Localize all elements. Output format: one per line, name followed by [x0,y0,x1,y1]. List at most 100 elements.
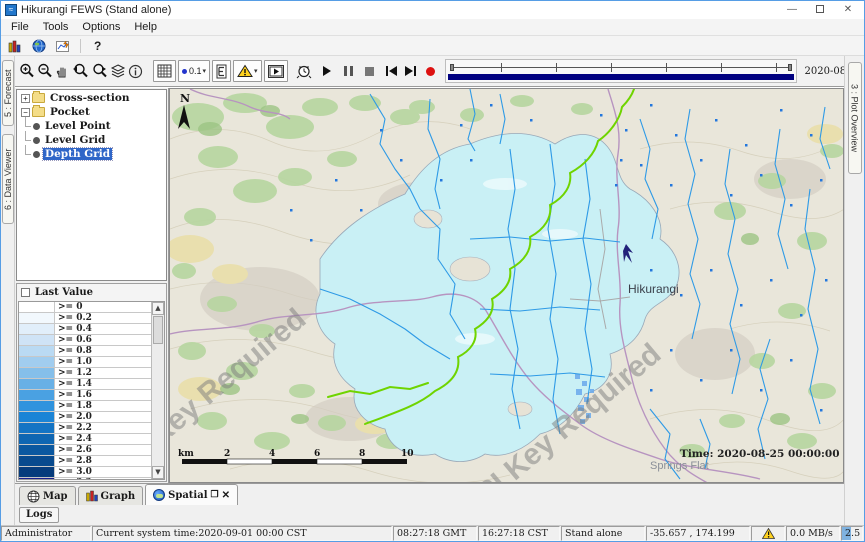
scroll-down-icon[interactable]: ▼ [152,466,164,479]
node-bullet-icon [33,151,40,158]
legend-swatch [19,401,55,411]
map-view[interactable]: API Key Required API Key Required Hikura… [169,88,844,483]
tab-map[interactable]: Map [19,486,76,505]
legend-swatch [19,478,55,479]
menu-file[interactable]: File [5,20,35,34]
minimize-button[interactable]: — [778,2,806,18]
layers-icon[interactable] [110,61,126,81]
legend-swatch [19,434,55,444]
warning-dropdown[interactable]: ▾ [233,60,262,82]
tree-item-depth-grid[interactable]: Depth Grid [17,148,166,160]
status-local-time: 16:27:18 CST [478,526,560,541]
legend-entry: >= 0.8 [19,346,151,357]
time-slider-track [452,67,790,68]
tree-item-level-grid[interactable]: Level Grid [17,134,166,146]
legend-entry: >= 1.0 [19,357,151,368]
map-display-icon[interactable] [29,37,49,54]
legend-swatch [19,467,55,477]
step-back-button[interactable] [386,62,397,80]
timeseries-display-icon[interactable] [53,37,73,54]
tab-close-icon[interactable]: ✕ [222,490,230,501]
left-tab-strip: 5 : Forecast 6 : Data Viewer [1,56,15,525]
close-button[interactable]: ✕ [834,2,862,18]
logs-tab[interactable]: Logs [19,507,59,523]
legend-swatch [19,368,55,378]
legend-scrollbar[interactable]: ▲ ▼ [151,302,164,479]
legend-entry: >= 0.4 [19,324,151,335]
maximize-icon [816,5,824,13]
tree-item-cross-section[interactable]: + Cross-section [17,92,166,104]
stop-button[interactable] [365,62,374,80]
chevron-down-icon: ▾ [254,67,258,75]
menu-help[interactable]: Help [128,20,163,34]
pause-button[interactable] [344,62,353,80]
scalebar-button[interactable] [212,60,231,82]
menu-options[interactable]: Options [76,20,126,34]
step-forward-button[interactable] [405,62,416,80]
time-slider-handle-end[interactable] [788,64,792,71]
status-user: Administrator [1,526,91,541]
layer-tree: + Cross-section − Pocket Level P [16,89,167,281]
svg-text:N: N [180,92,190,105]
bottom-tab-bar: Map Graph Spatial ❒ ✕ [15,483,844,505]
info-icon[interactable] [128,61,143,81]
globe-icon [153,489,165,501]
grid-display-button[interactable] [153,60,176,82]
legend-swatch [19,423,55,433]
legend-entry: >= 2.8 [19,456,151,467]
help-icon[interactable]: ? [88,39,107,53]
zoom-out-icon[interactable] [37,61,53,81]
zoom-next-icon[interactable] [91,61,108,81]
record-button[interactable] [426,62,435,80]
status-warning[interactable] [751,526,785,541]
timer-icon[interactable] [296,61,312,81]
expand-icon[interactable]: + [21,94,30,103]
folder-icon [32,107,45,117]
tab-forecast[interactable]: 5 : Forecast [2,60,14,126]
legend-swatch [19,324,55,334]
maximize-button[interactable] [806,2,834,18]
collapse-icon[interactable]: − [21,108,30,117]
window-title: Hikurangi FEWS (Stand alone) [21,4,171,16]
menu-tools[interactable]: Tools [37,20,75,34]
tab-graph[interactable]: Graph [78,486,144,505]
svg-text:10: 10 [401,449,414,459]
node-bullet-icon [33,123,40,130]
zoom-in-icon[interactable] [19,61,35,81]
tree-connector [17,134,31,146]
status-memory[interactable]: 2.5 GB [841,526,863,541]
tab-data-viewer[interactable]: 6 : Data Viewer [2,134,14,224]
place-label-hikurangi: Hikurangi [628,282,679,296]
right-tab-strip: 3 : Plot Overview [844,56,864,525]
tree-connector [17,148,31,160]
tree-item-level-point[interactable]: Level Point [17,120,166,132]
legend-entries: >= 0 >= 0.2 >= 0.4 >= 0.6 >= 0.8 >= 1.0 … [19,302,151,479]
threshold-value: 0.1 [189,66,202,76]
archive-display-icon[interactable] [5,37,25,54]
tab-maximize-icon[interactable]: ❒ [211,490,219,500]
zoom-previous-icon[interactable] [72,61,89,81]
legend-swatch [19,346,55,356]
tab-spatial[interactable]: Spatial ❒ ✕ [145,484,238,505]
legend-entry: >= 3.2 [19,478,151,479]
svg-text:6: 6 [314,449,320,459]
animation-button[interactable] [264,60,288,82]
node-bullet-icon [33,137,40,144]
status-net-speed: 0.0 MB/s [786,526,840,541]
main-toolbar: ? [1,36,864,56]
play-button[interactable] [322,62,332,80]
pan-hand-icon[interactable] [55,61,70,81]
svg-text:2: 2 [224,449,230,459]
scroll-thumb[interactable] [153,316,163,344]
last-value-checkbox[interactable] [21,288,30,297]
tab-plot-overview[interactable]: 3 : Plot Overview [848,62,862,174]
legend-entry: >= 2.4 [19,434,151,445]
time-slider-handle-start[interactable] [450,64,454,71]
threshold-dropdown[interactable]: 0.1 ▾ [178,60,210,82]
svg-text:4: 4 [269,449,275,459]
time-slider[interactable] [445,59,797,83]
tree-item-pocket[interactable]: − Pocket [17,106,166,118]
legend-entry: >= 2.6 [19,445,151,456]
scroll-up-icon[interactable]: ▲ [152,302,164,315]
legend-swatch [19,456,55,466]
